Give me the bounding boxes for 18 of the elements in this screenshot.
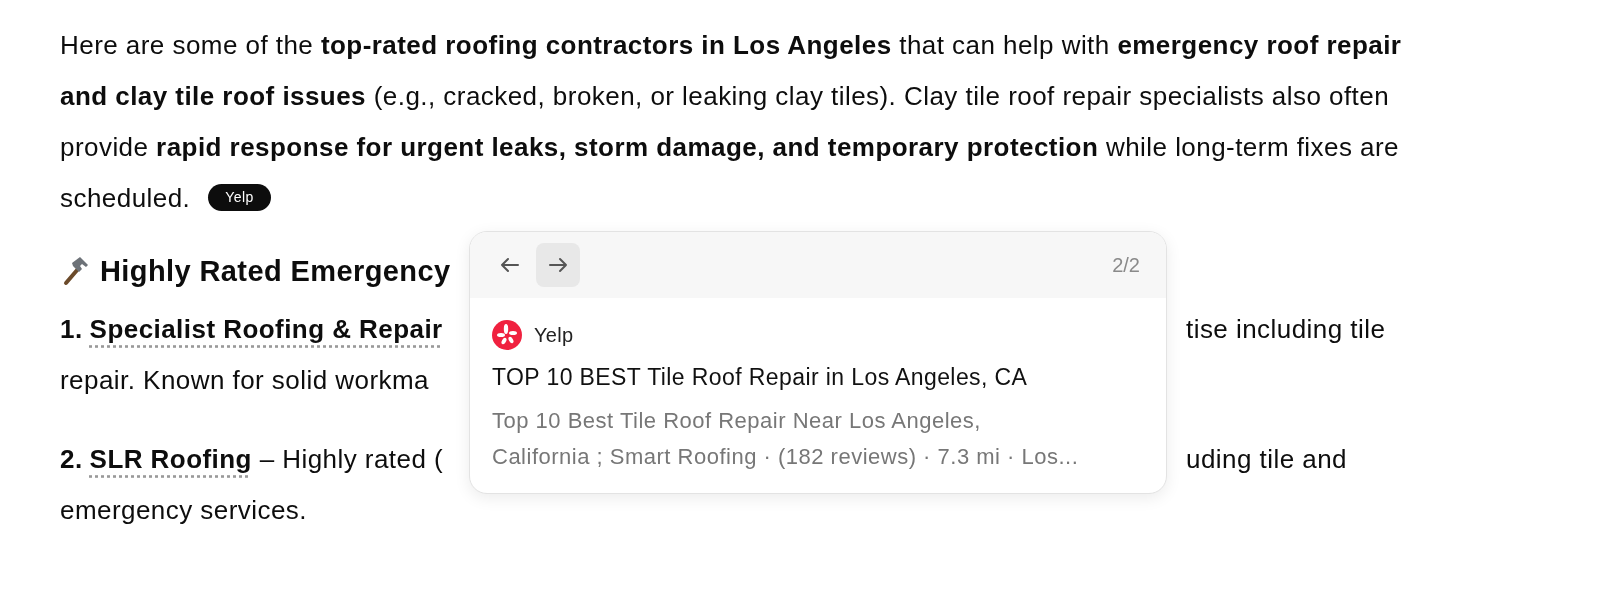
page-counter: 2/2 — [1112, 253, 1140, 277]
result-snippet: Top 10 Best Tile Roof Repair Near Los Angeles, California ; Smart Roofing · (182 reviews) · 7.3 mi · Los... — [492, 407, 1079, 471]
list-text: uding tile and — [1186, 443, 1348, 476]
link[interactable]: SLR Roofing — [89, 434, 252, 485]
list-text: tise including tile — [1186, 313, 1387, 346]
link[interactable]: Specialist Roofing & Repair — [89, 304, 443, 355]
list-text: repair. Known for solid workma — [60, 364, 429, 397]
intro-paragraph: Here are some of the top-rated roofing contractors in Los Angeles that can help with emergency roof repair and clay tile roof issues (e.g., cracked, broken, or leaking clay tiles). Clay tile roof repair specialists also often provide rapid response for urgent leaks, storm damage, and temporary protection while long-term fixes are scheduled. Yelp — [60, 29, 1403, 215]
section-heading: Highly Rated Emergency — [100, 254, 451, 288]
source-badge[interactable]: Yelp — [208, 183, 271, 211]
list-text: emergency services. — [60, 494, 307, 527]
list-text: – Highly rated ( — [258, 443, 444, 476]
list-number: 2. — [60, 443, 83, 476]
list-number: 1. — [60, 313, 83, 346]
source-name: Yelp — [534, 323, 574, 347]
forward-button[interactable] — [536, 243, 580, 287]
result-title[interactable]: TOP 10 BEST Tile Roof Repair in Los Angeles, CA — [492, 364, 1144, 391]
flower-logo-icon — [492, 320, 522, 350]
